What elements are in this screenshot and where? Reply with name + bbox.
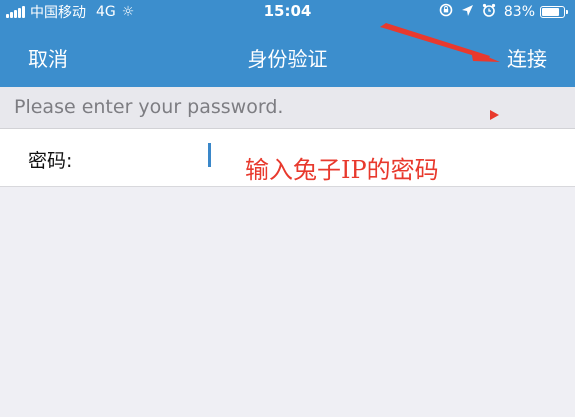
status-bar-right: 83%	[431, 3, 568, 21]
connect-button[interactable]: 连接	[507, 43, 547, 72]
nav-bar: 取消 身份验证 连接	[0, 24, 575, 87]
lock-rotation-icon	[439, 3, 453, 21]
text-cursor	[208, 143, 211, 167]
page-title: 身份验证	[247, 47, 328, 71]
password-label: 密码:	[28, 150, 73, 172]
battery-percent: 83%	[503, 4, 535, 20]
status-bar: 中国移动 4G ☼ 15:04 83%	[0, 0, 575, 24]
alarm-icon	[482, 3, 496, 21]
battery-fill	[542, 8, 559, 16]
password-hint: Please enter your password.	[14, 96, 284, 118]
location-icon	[461, 4, 474, 21]
battery-tip	[566, 10, 568, 14]
annotation-text: 输入兔子IP的密码	[245, 156, 439, 184]
battery-icon	[540, 6, 568, 18]
hint-bar: Please enter your password.	[0, 87, 575, 129]
